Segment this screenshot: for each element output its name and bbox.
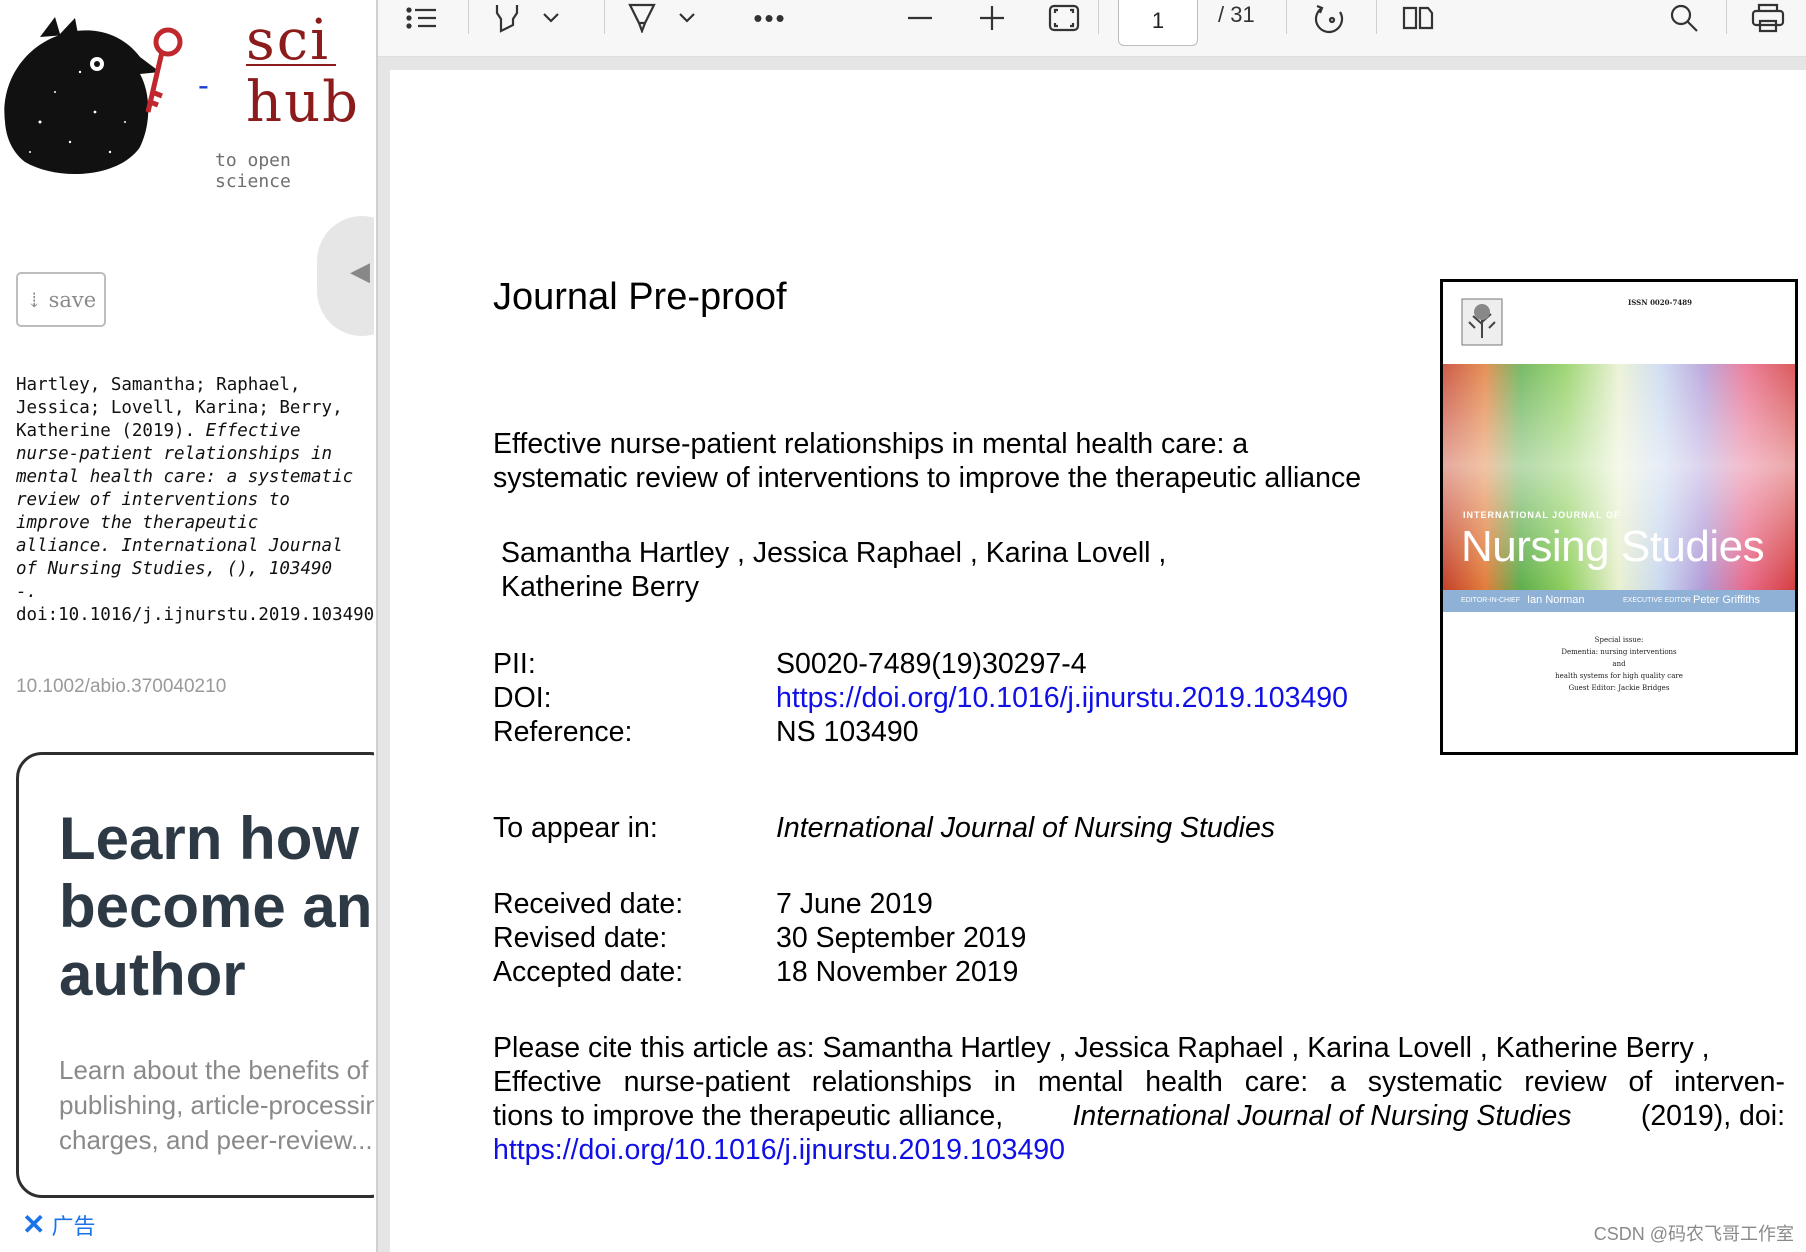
cite-line-3-end: (2019), doi: xyxy=(1640,1100,1785,1132)
pii-label: PII: xyxy=(493,648,536,680)
cite-doi-link[interactable]: https://doi.org/10.1016/j.ijnurstu.2019.… xyxy=(493,1134,1065,1167)
scihub-sidebar: - sci hub to open science ⇣ save Hartley… xyxy=(0,0,374,1252)
search-icon[interactable] xyxy=(1664,0,1704,36)
csdn-watermark: CSDN @码农飞哥工作室 xyxy=(1593,1224,1794,1244)
ad-heading: Learn how become an author xyxy=(59,805,373,1008)
citation-title-journal: Effective nurse-patient relationships in… xyxy=(16,421,354,602)
accepted-date-value: 18 November 2019 xyxy=(776,956,1019,988)
cite-line-2: Effective nurse-patient relationships in… xyxy=(493,1066,1785,1098)
save-button[interactable]: ⇣ save xyxy=(16,272,106,327)
zoom-in-icon[interactable] xyxy=(974,0,1010,36)
pii-value: S0020-7489(19)30297-4 xyxy=(776,648,1087,680)
authors-line-1: Samantha Hartley , Jessica Raphael , Kar… xyxy=(501,537,1167,569)
logo-tagline: to open science xyxy=(215,150,291,192)
sidebar-collapse-button[interactable]: ◀ xyxy=(317,216,374,336)
citation-doi: doi:10.1016/j.ijnurstu.2019.103490 xyxy=(16,605,374,625)
journal-pre-proof-heading: Journal Pre-proof xyxy=(493,276,787,318)
pdf-toolbar: ••• 1 / 31 xyxy=(378,0,1806,57)
ad-card[interactable]: Learn how become an author Learn about t… xyxy=(16,752,374,1198)
revised-date-value: 30 September 2019 xyxy=(776,922,1027,954)
ad-body: Learn about the benefits of publishing, … xyxy=(59,1055,374,1155)
elsevier-tree-icon xyxy=(1461,298,1503,346)
received-date-value: 7 June 2019 xyxy=(776,888,933,920)
related-doi-link[interactable]: 10.1002/abio.370040210 xyxy=(16,676,226,698)
more-icon[interactable]: ••• xyxy=(752,0,788,36)
pdf-page: Journal Pre-proof Effective nurse-patien… xyxy=(390,70,1806,1252)
accepted-date-label: Accepted date: xyxy=(493,956,684,988)
fit-page-icon[interactable] xyxy=(1044,0,1084,36)
page-total: / 31 xyxy=(1218,2,1255,27)
cover-editors: EDITOR-IN-CHIEF Ian Norman EXECUTIVE EDI… xyxy=(1443,590,1795,612)
logo-rule xyxy=(246,64,336,66)
chevron-down-icon[interactable] xyxy=(674,0,700,36)
logo-text-hub: hub xyxy=(246,70,360,135)
page-number-input[interactable]: 1 xyxy=(1118,0,1198,46)
cover-journal-prefix: INTERNATIONAL JOURNAL OF xyxy=(1463,510,1621,520)
cover-journal-title: Nursing Studies xyxy=(1461,522,1765,571)
save-button-label: save xyxy=(48,287,97,312)
scihub-raven-logo-icon xyxy=(4,17,183,175)
zoom-out-icon[interactable] xyxy=(902,0,938,36)
close-icon: ✕ xyxy=(22,1209,46,1240)
print-icon[interactable] xyxy=(1748,0,1788,36)
reference-label: Reference: xyxy=(493,716,633,748)
revised-date-label: Revised date: xyxy=(493,922,668,954)
triangle-left-icon: ◀ xyxy=(350,256,370,286)
received-date-label: Received date: xyxy=(493,888,684,920)
two-page-icon[interactable] xyxy=(1398,0,1438,36)
appear-in-label: To appear in: xyxy=(493,812,658,844)
reference-value: NS 103490 xyxy=(776,716,919,748)
cite-line-3-start: tions to improve the therapeutic allianc… xyxy=(493,1100,1004,1132)
doi-label: DOI: xyxy=(493,682,552,714)
ad-label: 广告 xyxy=(51,1213,96,1239)
article-title-line-1: Effective nurse-patient relationships in… xyxy=(493,428,1249,460)
journal-cover-image: ISSN 0020-7489 INTERNATIONAL JOURNAL OF … xyxy=(1440,279,1798,755)
cover-issn: ISSN 0020-7489 xyxy=(1628,298,1692,307)
article-title-line-2: systematic review of interventions to im… xyxy=(493,462,1362,494)
ad-close-button[interactable]: ✕ 广告 xyxy=(22,1208,95,1241)
logo-dash: - xyxy=(198,66,209,104)
cite-line-3: tions to improve the therapeutic allianc… xyxy=(493,1100,1785,1133)
rotate-icon[interactable] xyxy=(1310,0,1350,36)
appear-in-journal: International Journal of Nursing Studies xyxy=(776,812,1276,844)
contents-list-icon[interactable] xyxy=(404,0,440,36)
highlight-icon[interactable] xyxy=(490,0,526,36)
doi-link[interactable]: https://doi.org/10.1016/j.ijnurstu.2019.… xyxy=(776,682,1348,715)
download-arrow-icon: ⇣ xyxy=(25,287,43,312)
authors-line-2: Katherine Berry xyxy=(501,571,700,603)
chevron-down-icon[interactable] xyxy=(538,0,564,36)
cover-special-issue: Special issue: Dementia: nursing interve… xyxy=(1555,636,1683,692)
draw-icon[interactable] xyxy=(624,0,660,36)
citation-text: Hartley, Samantha; Raphael, Jessica; Lov… xyxy=(16,374,374,627)
pdf-viewer: ••• 1 / 31 Journal Pre-proof Effective n… xyxy=(376,0,1806,1252)
cite-line-3-journal: International Journal of Nursing Studies xyxy=(1072,1100,1572,1132)
cite-line-1: Please cite this article as: Samantha Ha… xyxy=(493,1032,1710,1064)
